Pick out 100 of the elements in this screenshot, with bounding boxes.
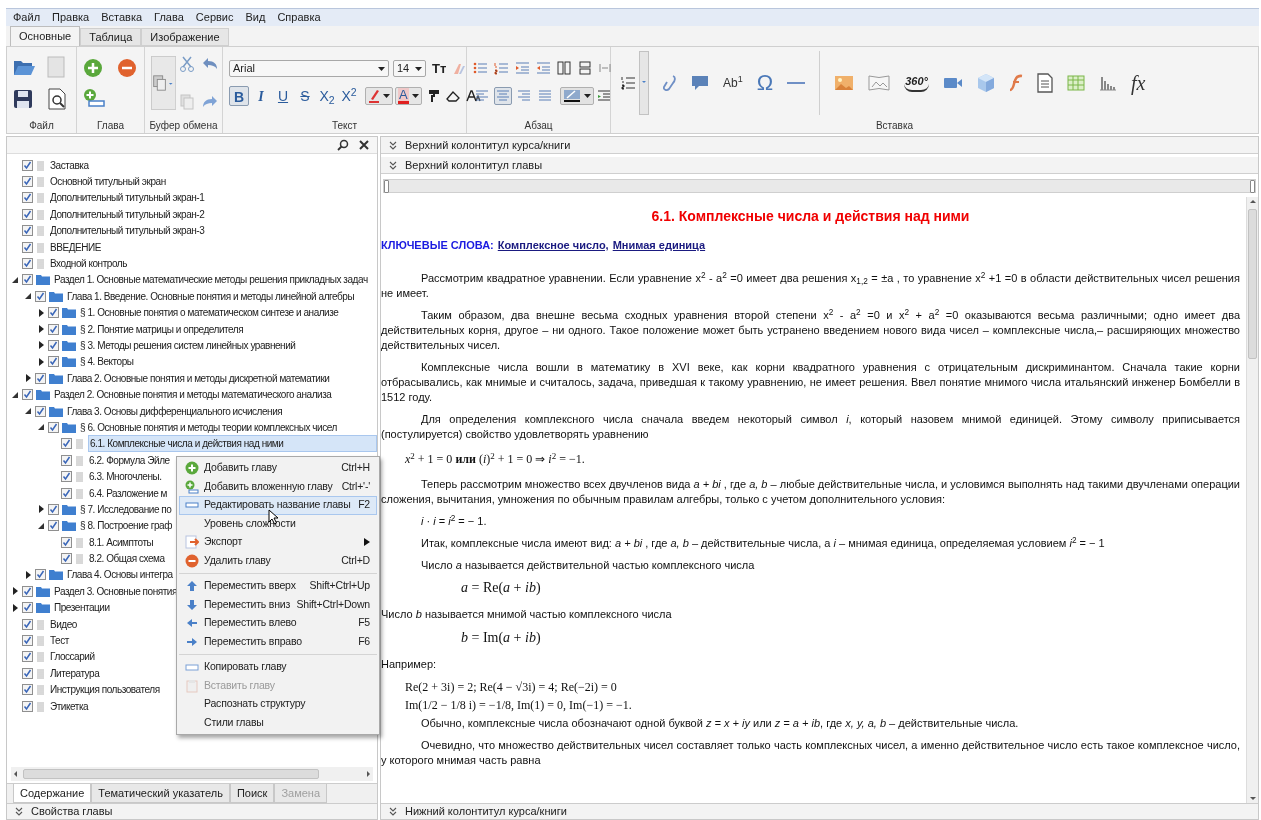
keyword-link[interactable]: Комплексное число, xyxy=(497,238,609,253)
tree-item[interactable]: Литература xyxy=(49,665,101,681)
checkbox[interactable] xyxy=(48,520,59,532)
tree-item[interactable]: Дополнительный титульный экран-1 xyxy=(49,190,206,206)
tree-item[interactable]: ВВЕДЕНИЕ xyxy=(49,239,102,255)
link-icon[interactable] xyxy=(663,73,677,92)
expanded-arrow-icon[interactable] xyxy=(37,422,46,433)
document-icon[interactable] xyxy=(1036,72,1053,93)
checkbox[interactable] xyxy=(61,471,72,483)
menu-item[interactable]: Вид xyxy=(240,9,271,26)
formula-button[interactable]: fx xyxy=(1130,67,1146,98)
tree-item[interactable]: Основной титульный экран xyxy=(49,174,167,190)
landscape-icon[interactable] xyxy=(868,73,891,92)
checkbox[interactable] xyxy=(22,602,33,614)
checkbox[interactable] xyxy=(61,438,72,450)
cut-icon[interactable] xyxy=(180,55,195,72)
menu-item[interactable]: Сервис xyxy=(190,9,239,26)
panel-tab[interactable]: Содержание xyxy=(13,784,92,803)
collapsed-arrow-icon[interactable] xyxy=(37,324,46,335)
checkbox[interactable] xyxy=(35,290,46,302)
tree-item[interactable]: Глоссарий xyxy=(49,649,96,665)
format-button[interactable]: B xyxy=(229,86,249,107)
collapsed-arrow-icon[interactable] xyxy=(11,602,20,613)
checkbox[interactable] xyxy=(48,340,59,351)
footnote-button[interactable]: Ab$^{1}$ xyxy=(723,73,743,92)
tree-item[interactable]: § 4. Векторы xyxy=(79,354,135,370)
keyword-link[interactable]: Мнимая единица xyxy=(612,238,706,253)
menu-item[interactable]: Удалить главу Ctrl+D xyxy=(179,551,377,570)
menu-item[interactable]: Переместить вверх Shift+Ctrl+Up xyxy=(179,577,377,596)
tree-item[interactable]: Входной контроль xyxy=(49,256,128,272)
checkbox[interactable] xyxy=(35,569,46,581)
line-spacing-icon[interactable] xyxy=(597,88,611,103)
tree-item[interactable]: 6.1. Комплексные числа и действия над ними xyxy=(88,435,377,453)
menu-item[interactable]: Копировать главу xyxy=(179,658,377,677)
checkbox[interactable] xyxy=(61,536,72,548)
close-icon[interactable] xyxy=(359,140,369,150)
menu-item[interactable]: Стили главы xyxy=(179,713,377,732)
video-camera-icon[interactable] xyxy=(942,75,963,90)
flash-icon[interactable] xyxy=(1008,73,1023,92)
save-icon[interactable] xyxy=(13,88,33,109)
expanded-arrow-icon[interactable] xyxy=(24,406,33,417)
checkbox[interactable] xyxy=(22,159,33,171)
format-painter-icon[interactable] xyxy=(427,89,440,104)
tree-item[interactable]: § 7. Исследование по xyxy=(79,501,173,517)
vertical-scrollbar[interactable] xyxy=(1247,197,1258,803)
add-icon[interactable] xyxy=(83,57,103,78)
checkbox[interactable] xyxy=(48,323,59,335)
tree-item[interactable]: § 2. Понятие матрицы и определителя xyxy=(79,321,245,337)
collapsed-arrow-icon[interactable] xyxy=(37,307,46,318)
numbered-list-icon[interactable] xyxy=(621,74,635,91)
tree-item[interactable]: Дополнительный титульный экран-2 xyxy=(49,206,206,222)
collapsed-panel-bar[interactable]: Верхний колонтитул главы xyxy=(381,157,1258,174)
menu-item[interactable]: Распознать структуру xyxy=(179,695,377,714)
checkbox[interactable] xyxy=(22,651,33,663)
format-button[interactable]: X$^{2}$ xyxy=(339,86,359,107)
collapsed-arrow-icon[interactable] xyxy=(11,586,20,597)
collapsed-arrow-icon[interactable] xyxy=(37,504,46,515)
checkbox[interactable] xyxy=(22,176,33,188)
tree-item[interactable]: Этикетка xyxy=(49,698,90,714)
image-icon[interactable] xyxy=(834,74,855,91)
remove-icon[interactable] xyxy=(116,57,137,78)
tree-item[interactable]: § 8. Построение граф xyxy=(79,518,173,534)
collapsed-panel-bar[interactable]: Свойства главы xyxy=(7,804,377,819)
tree-item[interactable]: Глава 2. Основные понятия и методы дискретной математики xyxy=(66,370,331,386)
collapsed-panel-bar[interactable]: Верхний колонтитул курса/книги xyxy=(381,137,1258,154)
comment-icon[interactable] xyxy=(691,74,709,91)
checkbox[interactable] xyxy=(22,618,33,630)
checkbox[interactable] xyxy=(22,274,33,286)
checkbox[interactable] xyxy=(48,503,59,515)
scroll-thumb[interactable] xyxy=(23,769,319,779)
checkbox[interactable] xyxy=(22,684,33,696)
checkbox[interactable] xyxy=(61,553,72,565)
menu-item[interactable]: Справка xyxy=(272,9,326,26)
tree-item[interactable]: Глава 4. Основы интегра xyxy=(66,567,174,583)
ribbon-tab[interactable]: Таблица xyxy=(80,28,142,46)
checkbox[interactable] xyxy=(48,421,59,433)
tree-item[interactable]: 6.3. Многочлены. xyxy=(88,469,163,485)
tree-item[interactable]: 6.4. Разложение м xyxy=(88,485,169,501)
menu-item[interactable]: Экспорт xyxy=(179,533,377,552)
numbered-list-icon[interactable] xyxy=(494,60,508,75)
checkbox[interactable] xyxy=(22,700,33,712)
tree-item[interactable]: Дополнительный титульный экран-3 xyxy=(49,223,206,239)
checkbox[interactable] xyxy=(22,192,33,204)
symbol-button[interactable]: Ω xyxy=(756,66,774,99)
search-icon[interactable] xyxy=(337,139,349,151)
scroll-thumb[interactable] xyxy=(1248,209,1257,359)
menu-item[interactable]: Вставка xyxy=(96,9,148,26)
menu-item[interactable]: Переместить вниз Shift+Ctrl+Down xyxy=(179,595,377,614)
change-case-icon[interactable] xyxy=(465,89,482,104)
checkbox[interactable] xyxy=(22,225,33,237)
bar-chart-icon[interactable] xyxy=(1098,74,1117,91)
checkbox[interactable] xyxy=(22,208,33,220)
tree-item[interactable]: § 3. Методы решения систем линейных уравнений xyxy=(79,338,297,353)
bullet-list-icon[interactable] xyxy=(473,60,487,75)
format-button[interactable]: U xyxy=(273,86,293,107)
collapsed-arrow-icon[interactable] xyxy=(37,356,46,367)
menu-item[interactable]: Переместить вправо F6 xyxy=(179,632,377,651)
format-button[interactable]: X$_{2}$ xyxy=(317,86,337,107)
checkbox[interactable] xyxy=(22,258,33,270)
checkbox[interactable] xyxy=(22,389,33,401)
